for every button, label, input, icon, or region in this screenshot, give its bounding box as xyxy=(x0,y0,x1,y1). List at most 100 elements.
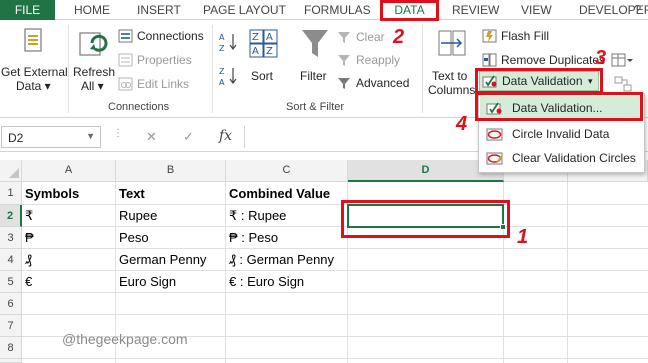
cell-a5[interactable]: € xyxy=(22,272,116,292)
row-header-4[interactable]: 4 xyxy=(0,249,22,271)
svg-text:A: A xyxy=(266,32,273,43)
row-header-2[interactable]: 2 xyxy=(0,205,22,227)
tab-review[interactable]: REVIEW xyxy=(452,0,499,20)
group-separator xyxy=(422,25,423,113)
group-label-sort-filter: Sort & Filter xyxy=(286,101,345,113)
reapply-button[interactable]: Reapply xyxy=(337,52,403,70)
sort-za-button[interactable]: Z A xyxy=(218,65,240,87)
menu-item-clear-validation-circles[interactable]: Clear Validation Circles xyxy=(480,146,643,170)
svg-text:Z: Z xyxy=(266,46,273,57)
cell-c5[interactable]: € : Euro Sign xyxy=(226,272,348,292)
tab-insert[interactable]: INSERT xyxy=(137,0,181,20)
cell-b3[interactable]: Peso xyxy=(116,228,226,248)
edit-links-button[interactable]: Edit Links xyxy=(118,76,218,94)
name-box[interactable]: D2 ▼ xyxy=(1,126,101,148)
database-icon xyxy=(24,28,42,52)
text-to-columns-label-1: Text to xyxy=(432,69,468,83)
tab-file[interactable]: FILE xyxy=(0,0,55,20)
svg-text:Z: Z xyxy=(219,44,225,53)
select-all-triangle-icon xyxy=(8,168,19,178)
text-to-columns-label-2: Columns xyxy=(428,83,476,97)
row-header-7[interactable]: 7 xyxy=(0,315,22,337)
reapply-label: Reapply xyxy=(356,53,401,67)
highlight-data-tab xyxy=(380,0,439,21)
row-header-3[interactable]: 3 xyxy=(0,227,22,249)
connections-button[interactable]: Connections xyxy=(118,28,218,46)
annotation-step-3: 3 xyxy=(595,47,607,69)
column-header-c[interactable]: C xyxy=(226,160,348,182)
properties-button[interactable]: Properties xyxy=(118,52,218,70)
consolidate-button[interactable] xyxy=(611,52,633,70)
group-label-connections: Connections xyxy=(108,101,170,113)
cell-b4[interactable]: German Penny xyxy=(116,250,226,270)
tab-home[interactable]: HOME xyxy=(74,0,110,20)
tab-page-layout[interactable]: PAGE LAYOUT xyxy=(203,0,286,20)
cell-a2[interactable]: ₹ xyxy=(22,206,116,226)
enter-entry-button[interactable]: ✓ xyxy=(183,129,194,145)
cell-b1[interactable]: Text xyxy=(116,184,226,204)
sort-az-button[interactable]: A Z xyxy=(218,31,240,53)
menu-item-circle-invalid-data[interactable]: Circle Invalid Data xyxy=(480,122,643,146)
cell-c1[interactable]: Combined Value xyxy=(226,184,348,204)
cell-b2[interactable]: Rupee xyxy=(116,206,226,226)
remove-duplicates-icon xyxy=(482,53,497,67)
help-button[interactable]: ? xyxy=(634,0,641,20)
highlight-cell-d2 xyxy=(341,200,510,238)
refresh-label-1: Refresh xyxy=(73,65,116,79)
remove-duplicates-label: Remove Duplicates xyxy=(501,53,606,67)
formula-bar-resize-handle[interactable]: ⋮ xyxy=(113,129,123,145)
sort-button[interactable]: Z A A Z Sort xyxy=(247,25,281,97)
name-box-value: D2 xyxy=(8,131,24,145)
sort-za-icon: Z A xyxy=(219,67,237,87)
flash-fill-button[interactable]: Flash Fill xyxy=(482,28,572,46)
flash-fill-icon xyxy=(482,29,497,43)
group-separator xyxy=(68,25,69,113)
svg-text:A: A xyxy=(219,33,225,42)
filter-button[interactable]: Filter xyxy=(296,25,334,97)
row-header-5[interactable]: 5 xyxy=(0,271,22,293)
menu-item-clear-validation-circles-label: Clear Validation Circles xyxy=(512,151,636,165)
insert-function-button[interactable]: fx xyxy=(219,128,232,144)
get-external-data-label-1: Get External xyxy=(1,65,68,79)
row-header-8[interactable]: 8 xyxy=(0,337,22,359)
get-external-data-button[interactable]: Get External Data ▾ xyxy=(0,23,68,97)
relationships-icon xyxy=(614,76,632,92)
row-header-9[interactable]: 9 xyxy=(0,359,22,363)
tab-view[interactable]: VIEW xyxy=(521,0,552,20)
cell-a3[interactable]: ₱ xyxy=(22,228,116,248)
tab-formulas[interactable]: FORMULAS xyxy=(304,0,371,20)
svg-text:A: A xyxy=(252,46,259,57)
worksheet-grid[interactable]: A B C D E F 1 2 3 4 5 6 7 8 9 Symbols Te… xyxy=(0,160,648,363)
cell-a4[interactable]: ₰ xyxy=(22,250,116,270)
circle-invalid-data-icon xyxy=(486,128,503,141)
flash-fill-label: Flash Fill xyxy=(501,29,550,43)
filter-label: Filter xyxy=(300,69,327,83)
connections-label: Connections xyxy=(137,29,204,43)
row-header-6[interactable]: 6 xyxy=(0,293,22,315)
highlight-data-validation-menu-item xyxy=(475,92,643,121)
text-to-columns-button[interactable]: Text to Columns xyxy=(425,25,477,97)
refresh-label-2: All ▾ xyxy=(81,79,104,93)
cell-a1[interactable]: Symbols xyxy=(22,184,116,204)
row-header-1[interactable]: 1 xyxy=(0,182,22,205)
reapply-filter-icon xyxy=(338,55,350,66)
cell-c2[interactable]: ₹ : Rupee xyxy=(226,206,348,226)
refresh-all-button[interactable]: Refresh All ▾ xyxy=(70,23,116,97)
advanced-button[interactable]: Advanced xyxy=(337,75,417,93)
group-separator xyxy=(212,25,213,113)
column-header-b[interactable]: B xyxy=(116,160,226,182)
annotation-step-1: 1 xyxy=(517,226,529,248)
menu-item-circle-invalid-data-label: Circle Invalid Data xyxy=(512,127,610,141)
advanced-filter-icon xyxy=(338,78,350,89)
cell-c3[interactable]: ₱ : Peso xyxy=(226,228,348,248)
select-all-corner[interactable] xyxy=(0,160,22,182)
annotation-step-2: 2 xyxy=(393,26,405,48)
refresh-icon xyxy=(79,32,108,56)
highlight-data-validation-button xyxy=(475,68,603,94)
column-header-a[interactable]: A xyxy=(22,160,116,182)
edit-links-icon xyxy=(118,77,133,91)
cancel-entry-button[interactable]: ✕ xyxy=(146,129,157,145)
clear-filter-icon xyxy=(338,32,350,43)
cell-c4[interactable]: ₰ : German Penny xyxy=(226,250,348,270)
cell-b5[interactable]: Euro Sign xyxy=(116,272,226,292)
